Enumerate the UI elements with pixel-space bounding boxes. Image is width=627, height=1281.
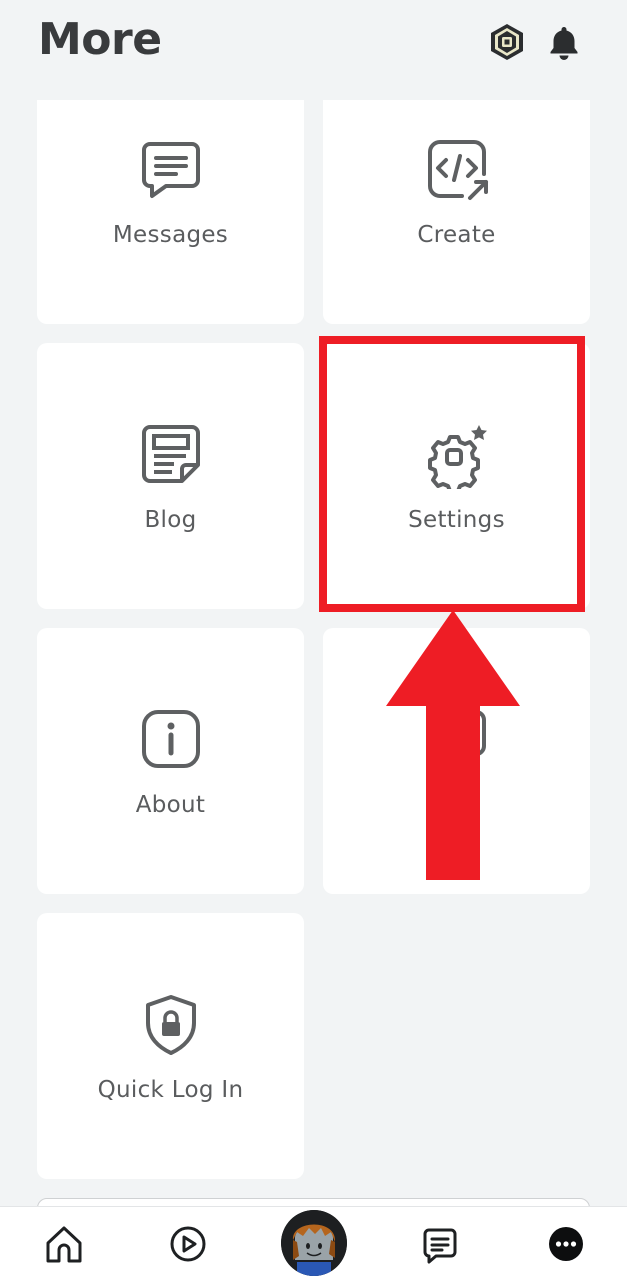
header: More (0, 0, 627, 100)
tile-label-blog: Blog (144, 507, 197, 533)
home-icon[interactable] (40, 1219, 88, 1269)
tile-messages[interactable]: Messages (37, 80, 304, 324)
shield-lock-icon (136, 989, 206, 1059)
bottom-tab-bar (0, 1206, 627, 1281)
more-icon[interactable] (542, 1219, 590, 1269)
blog-icon (136, 419, 206, 489)
tile-label-create: Create (417, 222, 496, 248)
message-icon (136, 134, 206, 204)
tile-quick-log-in[interactable]: Quick Log In (37, 913, 304, 1179)
robux-icon[interactable] (487, 22, 527, 62)
tile-label-about: About (135, 792, 206, 818)
tile-about[interactable]: About (37, 628, 304, 894)
notification-bell-icon[interactable] (544, 22, 584, 62)
tile-create[interactable]: Create (323, 80, 590, 324)
chat-icon[interactable] (416, 1219, 464, 1269)
info-icon (136, 704, 206, 774)
avatar[interactable] (281, 1210, 347, 1276)
tile-blog[interactable]: Blog (37, 343, 304, 609)
play-icon[interactable] (164, 1219, 212, 1269)
tile-label-messages: Messages (112, 222, 229, 248)
arrow-up-icon (386, 610, 520, 880)
page-title: More (38, 14, 162, 65)
code-create-icon (422, 134, 492, 204)
highlight-box (319, 336, 585, 612)
tile-label-quick-log-in: Quick Log In (97, 1077, 244, 1103)
